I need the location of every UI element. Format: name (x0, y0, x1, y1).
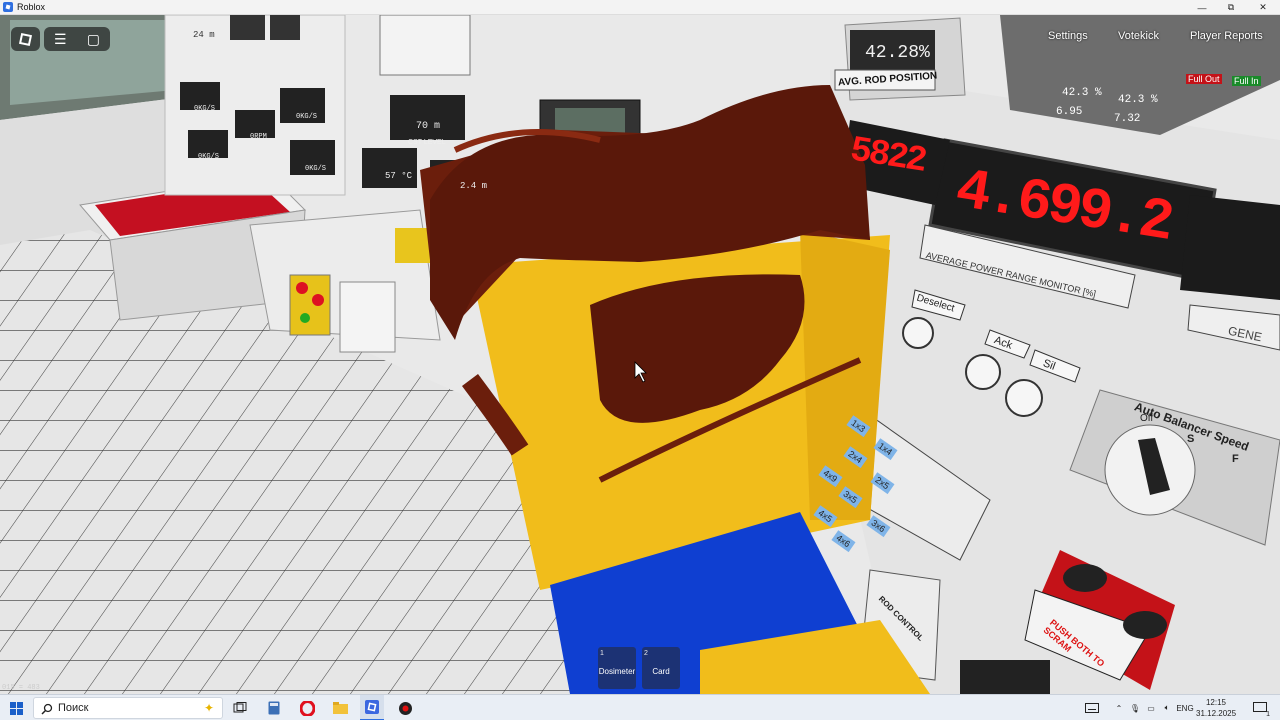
hotbar-slot-card[interactable]: 2 Card (642, 647, 680, 689)
close-button[interactable]: ✕ (1250, 0, 1276, 15)
keyboard-icon (1085, 703, 1099, 713)
panel-label-1: 0KG/S (194, 105, 216, 113)
auto-balancer-off: Off (1140, 413, 1154, 424)
clock-time: 12:15 (1205, 698, 1227, 707)
auto-balancer-s: S (1187, 433, 1195, 445)
rod-readout-c: 6.95 (1056, 106, 1083, 118)
game-viewport[interactable]: 42.28% AVG. ROD POSITION 4.699.2 5822 AV… (0, 15, 1280, 694)
panel-label-4: 0KG/S (296, 113, 318, 121)
hotbar-slot-number: 1 (600, 650, 604, 657)
calculator-icon (268, 701, 280, 715)
scene-graphics (0, 15, 1280, 694)
rod-readout-b: 42.3 % (1118, 94, 1158, 106)
recorder-app[interactable] (393, 695, 417, 720)
debug-readout: 015 = 483 (2, 684, 40, 692)
votekick-button[interactable]: Votekick (1118, 30, 1159, 42)
search-placeholder: Поиск (58, 702, 89, 714)
microphone-icon[interactable]: 🎙︎ (1128, 695, 1142, 720)
minimize-button[interactable]: — (1189, 0, 1215, 15)
network-icon[interactable]: ▭ (1144, 695, 1158, 720)
windows-logo-icon (9, 701, 23, 715)
roblox-logo-icon (18, 32, 33, 46)
small-readout-24m: 24 m (193, 30, 215, 40)
settings-button[interactable]: Settings (1048, 30, 1088, 42)
roblox-app-icon (3, 2, 13, 12)
panel-label-2: 0RPM (250, 133, 267, 141)
cst-level-label: CST LEVEL (408, 139, 446, 146)
folder-icon (332, 702, 348, 714)
hotbar-slot-label: Card (652, 667, 670, 676)
windows-taskbar: Поиск ✦ ⌃ 🎙︎ ▭ 🔈︎ ENG 12:15 31.12.2025 1 (0, 694, 1280, 720)
reactor-temp: 57 °C (385, 171, 413, 181)
rod-readout-d: 7.32 (1114, 113, 1141, 125)
chat-icon[interactable]: ▢ (87, 32, 100, 46)
task-view-icon (233, 702, 247, 713)
restore-button[interactable]: ⧉ (1218, 0, 1244, 15)
sparkle-icon: ✦ (203, 701, 214, 715)
chevron-up-icon[interactable]: ⌃ (1112, 695, 1126, 720)
taskbar-clock[interactable]: 12:15 31.12.2025 (1196, 697, 1236, 719)
volume-icon[interactable]: 🔈︎ (1160, 695, 1174, 720)
window-title: Roblox (17, 2, 46, 12)
hotbar-slot-dosimeter[interactable]: 1 Dosimeter (598, 647, 636, 689)
file-explorer-app[interactable] (328, 695, 352, 720)
hotbar-slot-number: 2 (644, 650, 648, 657)
keyboard-tray-button[interactable] (1082, 695, 1102, 720)
small-readout-24: 2.4 m (460, 181, 488, 191)
roblox-window: Roblox — ⧉ ✕ 42.28% AVG. ROD POSITION 4.… (0, 0, 1280, 720)
cst-level-value: 70 m (416, 121, 441, 132)
search-icon (41, 703, 53, 715)
notification-count: 1 (1266, 711, 1270, 718)
opera-app[interactable] (295, 695, 319, 720)
language-indicator[interactable]: ENG (1176, 695, 1194, 720)
record-icon (398, 701, 412, 715)
player-reports-button[interactable]: Player Reports (1190, 30, 1263, 42)
window-titlebar[interactable]: Roblox — ⧉ ✕ (0, 0, 1280, 15)
roblox-taskbar-icon (365, 700, 379, 714)
panel-label-3: 0KG/S (198, 153, 220, 161)
full-in-label: Full In (1232, 76, 1261, 86)
task-view-button[interactable] (228, 695, 252, 720)
rod-position-value: 42.28% (865, 43, 930, 63)
rod-readout-a: 42.3 % (1062, 87, 1102, 99)
notification-center-button[interactable]: 1 (1248, 695, 1272, 720)
clock-date: 31.12.2025 (1196, 709, 1237, 718)
taskbar-search-input[interactable]: Поиск ✦ (33, 697, 223, 719)
hotbar-slot-label: Dosimeter (598, 667, 636, 676)
auto-balancer-f: F (1232, 453, 1239, 465)
calculator-app[interactable] (262, 695, 286, 720)
full-out-label: Full Out (1186, 74, 1222, 84)
notification-icon (1253, 702, 1267, 712)
roblox-menu-button[interactable] (11, 27, 40, 51)
roblox-taskbar-app[interactable] (360, 695, 384, 720)
roblox-toolbar: ☰ ▢ (44, 27, 110, 51)
opera-icon (299, 700, 315, 716)
hamburger-menu-icon[interactable]: ☰ (54, 32, 67, 46)
start-button[interactable] (4, 695, 28, 720)
panel-label-5: 0KG/S (305, 165, 327, 173)
